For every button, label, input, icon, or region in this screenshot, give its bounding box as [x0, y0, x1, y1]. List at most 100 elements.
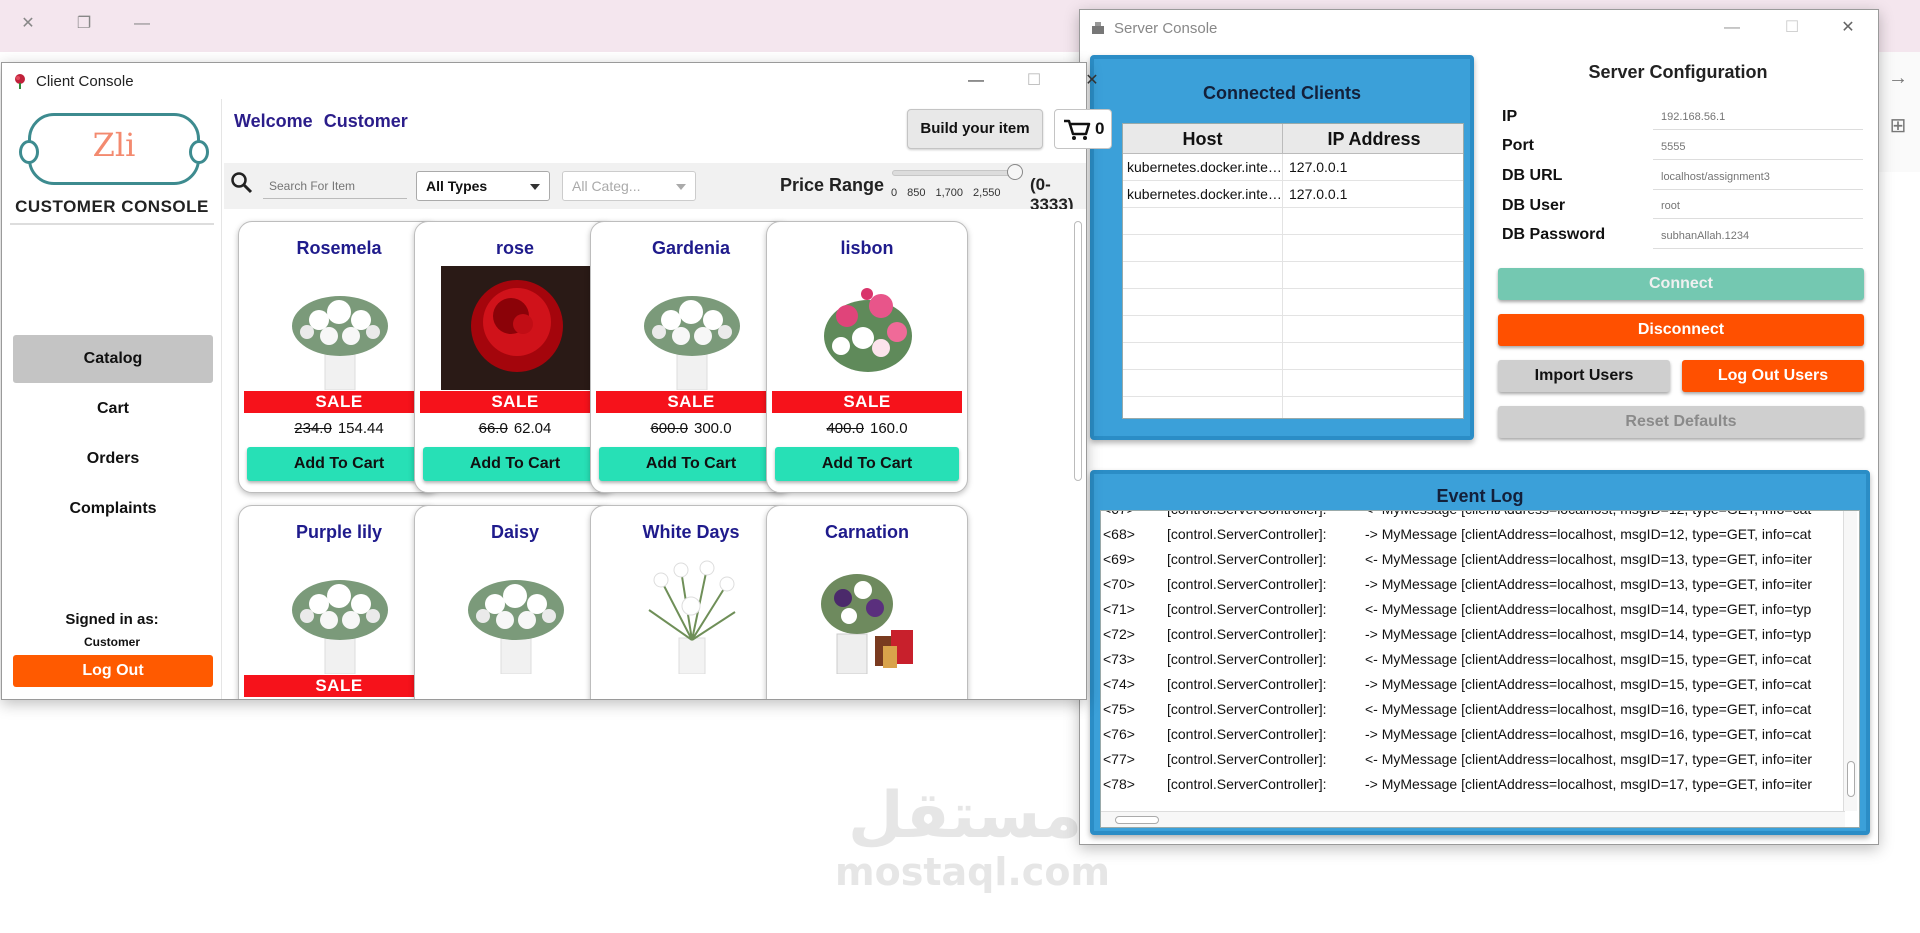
price-line: 66.0 62.04	[415, 420, 615, 437]
db-user-field[interactable]	[1653, 193, 1863, 219]
connect-button[interactable]: Connect	[1498, 268, 1864, 300]
maximize-icon[interactable]: ☐	[1770, 14, 1814, 42]
catalog-grid[interactable]: Rosemela SALE 234.0 154.44 Add To Cart ro…	[224, 209, 1086, 699]
price-line: 234.0 154.44	[239, 420, 439, 437]
search-icon[interactable]	[230, 171, 254, 195]
log-line: <74> [control.ServerController]: -> MyMess…	[1103, 676, 1812, 692]
logo-text: Zli	[92, 126, 136, 164]
product-card[interactable]: Daisy	[414, 505, 616, 699]
cart-button[interactable]: 0	[1054, 109, 1112, 149]
product-name: Purple lily	[295, 522, 383, 542]
db-password-label: DB Password	[1502, 226, 1606, 243]
watermark-latin: mostaql.com	[835, 850, 1111, 894]
nav-item-catalog[interactable]: Catalog	[13, 335, 213, 383]
disconnect-button[interactable]: Disconnect	[1498, 314, 1864, 346]
chevron-down-icon	[676, 184, 686, 190]
log-line: <78> [control.ServerController]: -> MyMess…	[1103, 776, 1813, 792]
close-icon[interactable]: ✕	[16, 12, 40, 36]
table-row[interactable]: kubernetes.docker.inter... 127.0.0.1	[1123, 181, 1463, 208]
table-header: Host IP Address	[1123, 124, 1463, 154]
table-row[interactable]: kubernetes.docker.inter... 127.0.0.1	[1123, 154, 1463, 181]
db-password-field[interactable]	[1653, 223, 1863, 249]
bouquet-image	[468, 580, 564, 674]
empty-row	[1123, 397, 1463, 418]
ip-field[interactable]	[1653, 104, 1863, 130]
minimize-icon[interactable]: —	[130, 12, 154, 36]
column-host[interactable]: Host	[1123, 124, 1283, 154]
maximize-icon[interactable]: ☐	[1012, 67, 1056, 95]
event-log-horizontal-scrollbar[interactable]	[1101, 811, 1845, 827]
server-window-title: Server Console	[1114, 20, 1218, 37]
column-ip-address[interactable]: IP Address	[1283, 124, 1463, 154]
search-input[interactable]	[263, 173, 407, 199]
catalog-scrollbar[interactable]	[1072, 211, 1084, 695]
price-slider-ticks: 0 850 1,700 2,550	[891, 187, 1001, 199]
bouquet-image	[292, 580, 388, 674]
ip-cell: 127.0.0.1	[1289, 186, 1348, 202]
signed-in-user: Customer	[83, 635, 140, 649]
server-configuration-title: Server Configuration	[1588, 62, 1768, 82]
old-price: 234.0	[294, 420, 332, 437]
grid-icon[interactable]: ⊞	[1886, 114, 1910, 138]
old-price: 600.0	[650, 420, 688, 437]
price-slider-thumb[interactable]	[1007, 164, 1023, 180]
sale-badge: SALE	[420, 391, 610, 413]
product-card[interactable]: Purple lily SALE	[238, 505, 440, 699]
log-line: <68> [control.ServerController]: -> MyMess…	[1103, 526, 1812, 542]
add-to-cart-button[interactable]: Add To Cart	[599, 447, 783, 481]
log-line: <69> [control.ServerController]: <- MyMess…	[1103, 551, 1813, 567]
minimize-icon[interactable]: —	[1710, 14, 1754, 42]
nav-item-orders[interactable]: Orders	[13, 435, 213, 483]
import-users-button[interactable]: Import Users	[1498, 360, 1670, 392]
log-line: <77> [control.ServerController]: <- MyMess…	[1103, 751, 1813, 767]
nav-item-complaints[interactable]: Complaints	[13, 485, 213, 533]
empty-row	[1123, 208, 1463, 235]
db-url-field[interactable]	[1653, 164, 1863, 190]
close-icon[interactable]: ✕	[1070, 67, 1114, 95]
port-field[interactable]	[1653, 134, 1863, 160]
ip-label: IP	[1502, 108, 1518, 125]
product-card[interactable]: White Days	[590, 505, 792, 699]
product-card[interactable]: Rosemela SALE 234.0 154.44 Add To Cart	[238, 221, 440, 493]
nav-item-cart[interactable]: Cart	[13, 385, 213, 433]
sale-price: 154.44	[337, 420, 384, 437]
type-select[interactable]: All Types	[416, 171, 550, 201]
close-icon[interactable]: ✕	[1826, 14, 1870, 42]
gift-bouquet-image	[821, 574, 913, 674]
logo: Zli	[19, 113, 209, 185]
sale-badge: SALE	[244, 391, 434, 413]
category-select[interactable]: All Categ...	[562, 171, 696, 201]
welcome-heading: Welcome Customer	[234, 111, 414, 132]
restore-icon[interactable]: ❐	[72, 12, 96, 36]
reset-defaults-button[interactable]: Reset Defaults	[1498, 406, 1864, 438]
add-to-cart-button[interactable]: Add To Cart	[423, 447, 607, 481]
sale-price: 300.0	[694, 420, 732, 437]
product-card[interactable]: Carnation	[766, 505, 968, 699]
product-card[interactable]: lisbon SALE 400.0 160.0 Add To Cart	[766, 221, 968, 493]
bouquet-image	[644, 296, 740, 390]
product-name: Rosemela	[296, 238, 382, 258]
product-card[interactable]: Gardenia SALE 600.0 300.0 Add To Cart	[590, 221, 792, 493]
arrow-right-icon[interactable]: →	[1886, 66, 1910, 90]
client-sidebar: Zli CUSTOMER CONSOLE Catalog Cart Orders…	[2, 99, 222, 699]
minimize-icon[interactable]: —	[954, 67, 998, 95]
event-log-vertical-scrollbar[interactable]	[1843, 511, 1857, 811]
port-label: Port	[1502, 137, 1534, 154]
log-line: <70> [control.ServerController]: -> MyMess…	[1103, 576, 1813, 592]
add-to-cart-button[interactable]: Add To Cart	[775, 447, 959, 481]
logout-users-button[interactable]: Log Out Users	[1682, 360, 1864, 392]
logout-button[interactable]: Log Out	[13, 655, 213, 687]
old-price: 400.0	[826, 420, 864, 437]
log-line: <75> [control.ServerController]: <- MyMess…	[1103, 701, 1812, 717]
product-card[interactable]: rose SALE 66.0 62.04 Add To Cart	[414, 221, 616, 493]
add-to-cart-button[interactable]: Add To Cart	[247, 447, 431, 481]
build-your-item-button[interactable]: Build your item	[907, 109, 1043, 149]
cart-icon	[1064, 119, 1091, 140]
log-line: <67>[control.ServerController]:<- MyMess…	[1101, 511, 1845, 522]
product-name: Carnation	[824, 522, 909, 542]
price-slider-track[interactable]	[892, 170, 1016, 176]
empty-row	[1123, 262, 1463, 289]
server-titlebar: Server Console — ☐ ✕	[1080, 10, 1878, 46]
log-line: <76> [control.ServerController]: -> MyMess…	[1103, 726, 1812, 742]
event-log-list[interactable]: <67>[control.ServerController]:<- MyMess…	[1100, 510, 1860, 828]
